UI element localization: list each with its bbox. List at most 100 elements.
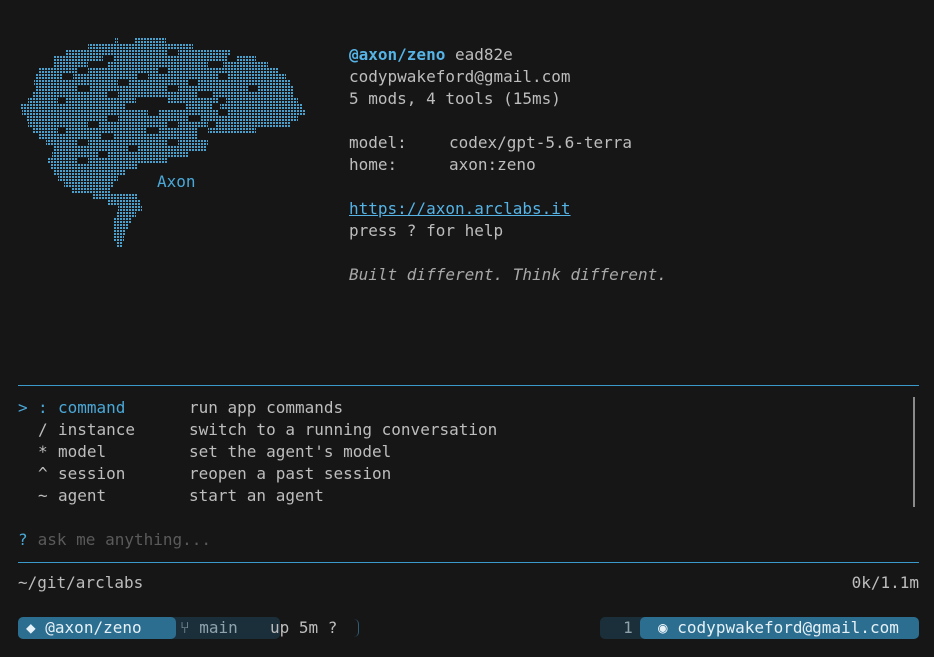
brain-dot-row: [36, 74, 63, 79]
prompt-row: ?: [18, 529, 638, 551]
brain-dot-row: [50, 164, 138, 169]
menu-item-desc: run app commands: [189, 398, 344, 417]
user-segment[interactable]: ◉ codypwakeford@gmail.com: [640, 617, 919, 639]
brain-dot-row: [54, 170, 126, 175]
brain-dot-row: [108, 200, 140, 205]
menu-item-name: command: [58, 398, 126, 417]
brain-dot-row: [118, 206, 142, 211]
brain-dot-row: [220, 104, 303, 109]
brain-dot-row: [90, 86, 168, 91]
brain-dot-row: [216, 122, 290, 127]
prompt-bottom-divider: [18, 562, 919, 563]
brain-dot-row: [114, 218, 132, 223]
brain-dot-row: [148, 74, 218, 79]
brain-dot-row: [66, 50, 168, 55]
menu-item-desc: switch to a running conversation: [189, 420, 498, 439]
user-icon: ◉: [658, 618, 668, 637]
brain-dot-row: [186, 104, 212, 109]
home-value: axon:zeno: [449, 155, 536, 174]
brain-dot-row: [32, 92, 108, 97]
menu-item-name: instance: [58, 420, 136, 439]
brain-dot-row: [108, 62, 208, 67]
axon-brain-logo: Axon: [18, 38, 310, 310]
brain-dot-row: [226, 98, 298, 103]
menu-item-command[interactable]: >: command run app commands: [18, 397, 913, 419]
brain-dot-row: [52, 152, 98, 157]
brain-dot-row: [114, 134, 198, 139]
load-summary: 5 mods, 4 tools (15ms): [349, 89, 561, 108]
brain-dot-row: [66, 128, 146, 133]
brain-dot-row: [114, 230, 126, 235]
command-menu: >: command run app commands / instance switc…: [18, 397, 913, 507]
menu-item-symbol: /: [38, 420, 48, 439]
brain-dot-row: [32, 128, 58, 133]
tagline: Built different. Think different.: [349, 265, 667, 284]
model-key: model:: [349, 133, 407, 152]
brain-dot-row: [128, 80, 188, 85]
status-bar: ⑂ main ◆ @axon/zeno up 5m ? 1 ◉ codypwak…: [18, 617, 919, 639]
agent-info-panel: @axon/zeno ead82e codypwakeford@gmail.co…: [349, 44, 667, 286]
brain-dot-row: [54, 62, 88, 67]
brain-dot-row: [236, 56, 256, 61]
menu-item-instance[interactable]: / instance switch to a running conversatio…: [18, 419, 913, 441]
menu-item-symbol: ^: [38, 464, 48, 483]
agent-segment[interactable]: ◆ @axon/zeno: [18, 617, 176, 639]
menu-item-symbol: *: [38, 442, 48, 461]
brain-dot-row: [26, 116, 108, 121]
brain-dot-row: [20, 104, 126, 109]
account-email: codypwakeford@gmail.com: [349, 67, 571, 86]
commit-hash: ead82e: [454, 45, 513, 64]
menu-item-name: model: [58, 442, 107, 461]
brain-dot-row: [28, 122, 88, 127]
brain-dot-row: [66, 98, 136, 103]
brain-dot-row: [138, 146, 206, 151]
brain-dot-row: [34, 80, 118, 85]
website-link[interactable]: https://axon.arclabs.it: [349, 199, 571, 218]
brain-dot-row: [118, 92, 198, 97]
brain-dot-row: [178, 122, 208, 127]
brain-dot-row: [73, 74, 138, 79]
diamond-icon: ◆: [26, 618, 36, 637]
model-value: codex/gpt-5.6-terra: [449, 133, 633, 152]
brain-dot-row: [48, 158, 78, 163]
branch-segment[interactable]: ⑂ main: [166, 617, 280, 639]
brain-dot-row: [178, 50, 230, 55]
brain-dot-row: [36, 86, 78, 91]
menu-item-agent[interactable]: ~ agent start an agent: [18, 485, 913, 507]
menu-top-divider: [18, 385, 919, 386]
branch-icon: ⑂: [180, 618, 190, 637]
brain-dot-row: [228, 74, 286, 79]
brain-dot-row: [158, 128, 198, 133]
prompt-marker: ?: [18, 530, 28, 549]
menu-item-model[interactable]: * model set the agent's model: [18, 441, 913, 463]
menu-item-symbol: ~: [38, 486, 48, 505]
user-email: codypwakeford@gmail.com: [677, 618, 899, 637]
menu-item-name: session: [58, 464, 126, 483]
menu-item-desc: start an agent: [189, 486, 324, 505]
brain-dot-row: [38, 68, 78, 73]
brain-dot-row: [113, 56, 228, 61]
brain-dot-row: [72, 188, 110, 193]
selection-pointer: >: [18, 398, 28, 417]
brain-dot-row: [38, 134, 102, 139]
brain-dot-row: [116, 242, 122, 247]
brain-dot-row: [114, 236, 124, 241]
brain-dot-row: [88, 140, 168, 145]
menu-item-symbol: :: [38, 398, 48, 417]
home-key: home:: [349, 155, 398, 174]
menu-scrollbar[interactable]: [913, 397, 915, 507]
prompt-input[interactable]: [37, 530, 638, 549]
brain-dot-row: [118, 116, 188, 121]
working-directory: ~/git/arclabs: [18, 573, 144, 592]
brain-dot-row: [168, 68, 278, 73]
brain-dot-row: [258, 86, 293, 91]
brain-dot-row: [88, 44, 193, 49]
brain-dot-row: [135, 38, 166, 43]
brain-dot-row: [200, 116, 298, 121]
brain-dot-row: [92, 194, 138, 199]
logo-label: Axon: [154, 171, 199, 193]
uptime-segment: up 5m ?: [270, 618, 338, 637]
brain-dot-row: [168, 98, 218, 103]
branch-name: main: [199, 618, 238, 637]
menu-item-session[interactable]: ^ session reopen a past session: [18, 463, 913, 485]
